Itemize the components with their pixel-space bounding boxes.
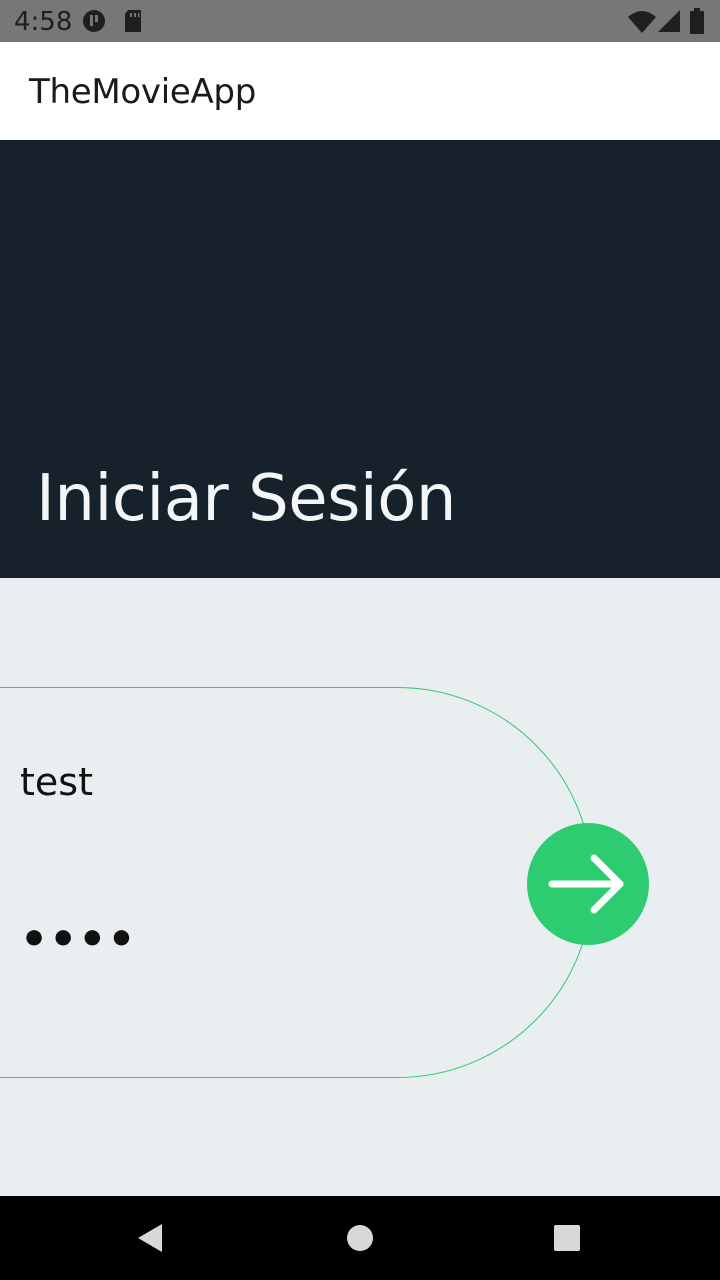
app-title: TheMovieApp bbox=[29, 72, 256, 112]
app-bar: TheMovieApp bbox=[0, 42, 720, 140]
page-title: Iniciar Sesión bbox=[36, 462, 456, 536]
arrow-right-icon bbox=[548, 844, 628, 924]
back-icon bbox=[136, 1222, 164, 1254]
password-field[interactable]: •••• bbox=[20, 914, 137, 965]
battery-icon bbox=[690, 8, 704, 39]
login-submit-button[interactable] bbox=[527, 823, 649, 945]
wifi-icon bbox=[628, 11, 656, 38]
status-bar: 4:58 bbox=[0, 0, 720, 42]
nav-home-button[interactable] bbox=[310, 1196, 410, 1280]
hero-header: Iniciar Sesión bbox=[0, 140, 720, 578]
login-content: •••• bbox=[0, 578, 720, 1196]
home-icon bbox=[346, 1224, 374, 1252]
system-nav-bar bbox=[0, 1196, 720, 1280]
recents-icon bbox=[553, 1224, 581, 1252]
nav-back-button[interactable] bbox=[100, 1196, 200, 1280]
username-field[interactable] bbox=[20, 752, 480, 812]
sd-card-icon bbox=[123, 10, 143, 37]
signal-icon bbox=[658, 10, 680, 37]
login-form: •••• bbox=[0, 687, 593, 1078]
nav-recents-button[interactable] bbox=[517, 1196, 617, 1280]
app-notification-icon bbox=[82, 9, 106, 38]
status-time: 4:58 bbox=[14, 7, 73, 37]
